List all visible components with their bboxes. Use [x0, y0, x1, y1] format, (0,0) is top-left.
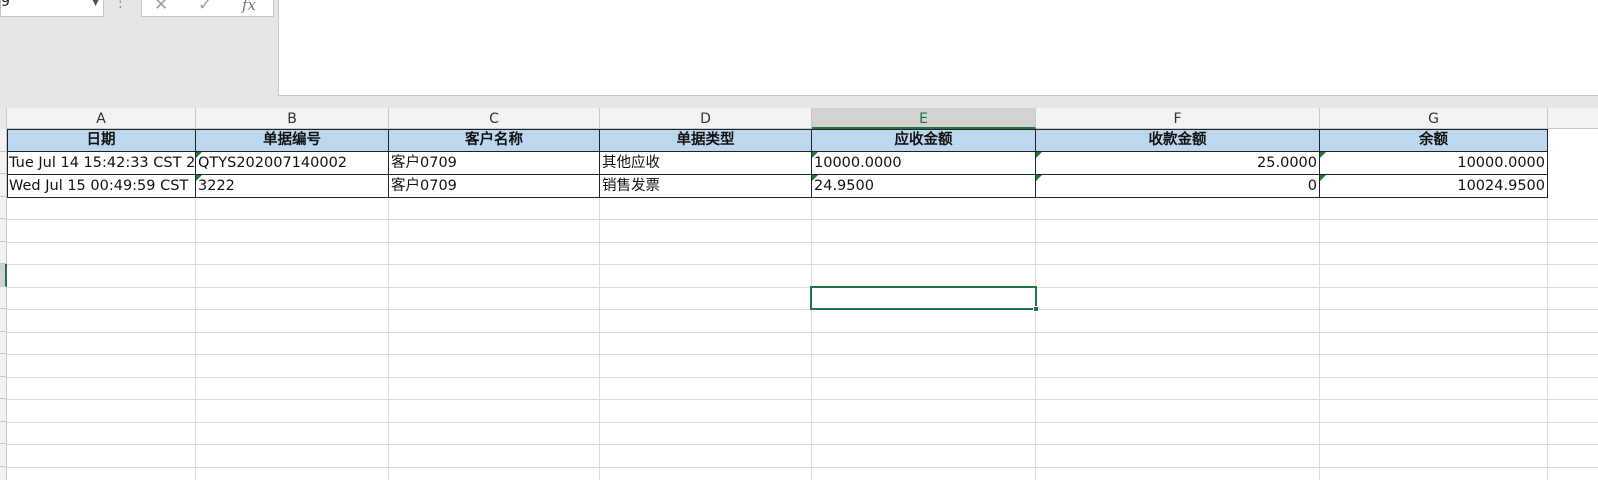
- row-header[interactable]: [0, 197, 7, 219]
- row-header[interactable]: [0, 152, 7, 174]
- row-header[interactable]: [0, 332, 7, 354]
- row-header[interactable]: [0, 399, 7, 422]
- gridline: [7, 219, 1598, 220]
- gridline: [7, 422, 1598, 423]
- row-header[interactable]: [0, 444, 7, 467]
- column-header-f[interactable]: F: [1036, 108, 1320, 129]
- column-header-g[interactable]: G: [1320, 108, 1548, 129]
- name-box[interactable]: 9 ▼: [0, 0, 104, 17]
- header-cell-receivable[interactable]: 应收金额: [812, 129, 1036, 152]
- table-cell[interactable]: 25.0000: [1036, 152, 1320, 175]
- fill-handle[interactable]: [1033, 306, 1039, 312]
- name-box-value: 9: [1, 0, 10, 10]
- row-header[interactable]: [0, 242, 7, 264]
- column-header-c[interactable]: C: [389, 108, 600, 129]
- chevron-down-icon[interactable]: ▼: [92, 0, 99, 8]
- gridline: [7, 264, 1598, 265]
- column-header-e[interactable]: E: [812, 108, 1036, 129]
- gridline: [7, 354, 1598, 355]
- gridline: [7, 377, 1598, 378]
- select-all-corner[interactable]: [0, 108, 7, 129]
- formula-bar-separator: :: [118, 0, 123, 12]
- close-icon[interactable]: ✕: [154, 0, 168, 15]
- check-icon[interactable]: ✓: [198, 0, 212, 15]
- header-cell-date[interactable]: 日期: [7, 129, 196, 152]
- gridline: [7, 309, 1598, 310]
- table-cell[interactable]: 10000.0000: [812, 152, 1036, 175]
- formula-bar-area: 9 ▼ : ✕ ✓ fx: [0, 0, 1598, 108]
- header-cell-customer-name[interactable]: 客户名称: [389, 129, 600, 152]
- spreadsheet-grid: A B C D E F G 日期 单据编号 客户名称 单据类型 应收金额 收款金…: [0, 108, 1598, 480]
- row-header[interactable]: [0, 309, 7, 332]
- table-cell[interactable]: 24.9500: [812, 175, 1036, 198]
- gridline: [7, 242, 1598, 243]
- header-cell-doc-number[interactable]: 单据编号: [196, 129, 389, 152]
- row-header[interactable]: [0, 129, 7, 152]
- gridline: [7, 332, 1598, 333]
- table-cell[interactable]: QTYS202007140002: [196, 152, 389, 175]
- table-cell[interactable]: Tue Jul 14 15:42:33 CST 2: [7, 152, 196, 175]
- table-cell[interactable]: 10024.9500: [1320, 175, 1548, 198]
- insert-function-icon[interactable]: fx: [242, 0, 256, 14]
- table-cell[interactable]: 3222: [196, 175, 389, 198]
- row-header[interactable]: [0, 287, 7, 309]
- row-header[interactable]: [0, 264, 7, 287]
- cell-area: 日期 单据编号 客户名称 单据类型 应收金额 收款金额 余额 Tue Jul 1…: [7, 129, 1598, 480]
- row-header[interactable]: [0, 422, 7, 444]
- table-cell[interactable]: 其他应收: [600, 152, 812, 175]
- table-cell[interactable]: 客户0709: [389, 152, 600, 175]
- active-cell-selection[interactable]: [810, 286, 1039, 312]
- row-header[interactable]: [0, 219, 7, 242]
- column-header-a[interactable]: A: [7, 108, 196, 129]
- gridline: [7, 287, 1598, 288]
- row-header-column: [0, 129, 7, 480]
- table-cell[interactable]: 销售发票: [600, 175, 812, 198]
- formula-buttons: ✕ ✓ fx: [141, 0, 274, 17]
- header-cell-received[interactable]: 收款金额: [1036, 129, 1320, 152]
- header-cell-balance[interactable]: 余额: [1320, 129, 1548, 152]
- table-cell[interactable]: Wed Jul 15 00:49:59 CST: [7, 175, 196, 198]
- table-cell[interactable]: 10000.0000: [1320, 152, 1548, 175]
- row-header[interactable]: [0, 377, 7, 399]
- row-header[interactable]: [0, 354, 7, 377]
- gridline: [7, 399, 1598, 400]
- formula-input[interactable]: [278, 0, 1598, 96]
- table-cell[interactable]: 0: [1036, 175, 1320, 198]
- header-cell-doc-type[interactable]: 单据类型: [600, 129, 812, 152]
- table-cell[interactable]: 客户0709: [389, 175, 600, 198]
- column-header-row: A B C D E F G: [0, 108, 1598, 129]
- gridline: [7, 444, 1598, 445]
- gridline: [7, 467, 1598, 468]
- row-header[interactable]: [0, 174, 7, 197]
- column-header-d[interactable]: D: [600, 108, 812, 129]
- column-header-b[interactable]: B: [196, 108, 389, 129]
